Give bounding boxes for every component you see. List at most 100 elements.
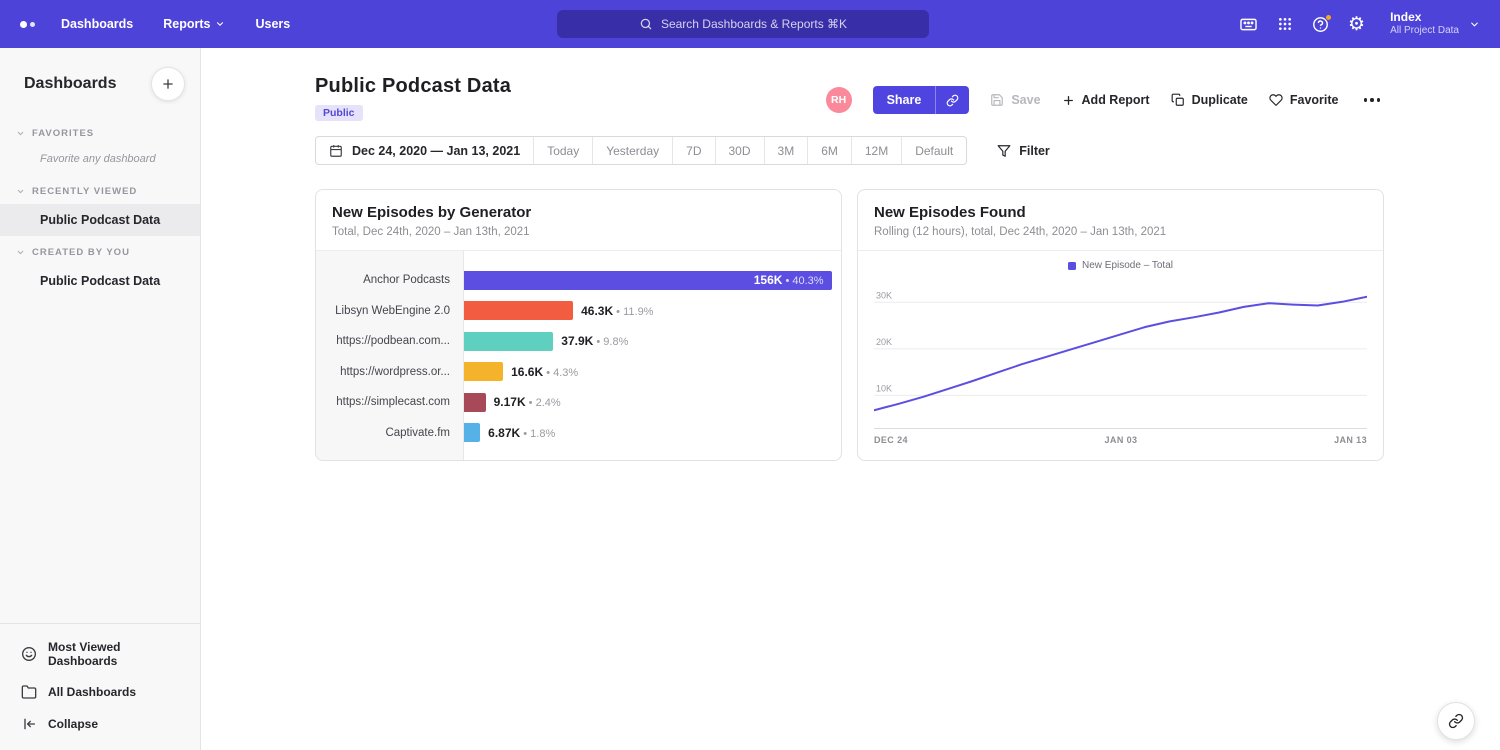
bar-segment[interactable]	[464, 362, 503, 381]
nav-dashboards-label: Dashboards	[61, 17, 133, 31]
settings-gear-icon[interactable]: ⚙	[1348, 15, 1365, 34]
add-dashboard-button[interactable]	[151, 67, 185, 101]
chevron-down-icon	[16, 129, 25, 138]
bar-row: 46.3K • 11.9%	[464, 296, 841, 327]
x-tick: DEC 24	[874, 435, 908, 445]
favorites-empty-text: Favorite any dashboard	[0, 146, 200, 175]
date-preset-3m[interactable]: 3M	[764, 137, 808, 164]
top-navigation-bar: Dashboards Reports Users Search Dashboar…	[0, 0, 1500, 48]
save-button[interactable]: Save	[990, 93, 1040, 107]
bar-segment[interactable]	[464, 301, 573, 320]
bar-chart-title: New Episodes by Generator	[332, 204, 825, 221]
share-button-group: Share	[873, 86, 970, 114]
calendar-icon	[329, 144, 343, 158]
sidebar-item-public-podcast-data[interactable]: Public Podcast Data	[0, 204, 200, 236]
recently-viewed-section-header[interactable]: RECENTLY VIEWED	[0, 175, 200, 204]
copy-icon	[1171, 93, 1185, 107]
nav-dashboards[interactable]: Dashboards	[61, 17, 133, 31]
bar-category-label: Anchor Podcasts	[316, 265, 463, 296]
line-series[interactable]	[874, 297, 1367, 411]
more-options-button[interactable]	[1360, 94, 1385, 106]
search-icon	[639, 17, 653, 31]
bar-row: 16.6K • 4.3%	[464, 357, 841, 388]
chevron-down-icon	[215, 19, 225, 29]
collapse-sidebar-button[interactable]: Collapse	[0, 708, 200, 740]
date-preset-yesterday[interactable]: Yesterday	[592, 137, 672, 164]
line-chart-svg: 10K20K30K	[874, 279, 1367, 429]
project-name: Index	[1390, 10, 1459, 25]
nav-users[interactable]: Users	[255, 17, 290, 31]
bar-value-label: 46.3K • 11.9%	[581, 304, 653, 318]
line-chart: New Episode – Total 10K20K30K DEC 24 JAN…	[858, 251, 1383, 445]
folder-icon	[21, 684, 37, 700]
favorites-section-header[interactable]: FAVORITES	[0, 117, 200, 146]
bar-value-label: 37.9K • 9.8%	[561, 334, 628, 348]
date-range-label: Dec 24, 2020 — Jan 13, 2021	[352, 144, 520, 158]
bar-bars-col: 156K • 40.3% 46.3K • 11.9% 37.9K • 9.8% 16.…	[464, 251, 841, 461]
help-icon[interactable]	[1312, 16, 1329, 33]
nav-reports[interactable]: Reports	[163, 17, 225, 31]
bar-row: 156K • 40.3%	[464, 265, 841, 296]
line-chart-title: New Episodes Found	[874, 204, 1367, 221]
notification-dot	[1325, 14, 1332, 21]
project-selector[interactable]: Index All Project Data	[1390, 10, 1480, 38]
bar-segment[interactable]	[464, 423, 480, 442]
bar-segment[interactable]	[464, 332, 553, 351]
date-preset-7d[interactable]: 7D	[672, 137, 714, 164]
plus-icon	[1062, 94, 1075, 107]
filter-button[interactable]: Filter	[997, 144, 1050, 158]
date-preset-default[interactable]: Default	[901, 137, 966, 164]
bar-labels-col: Anchor PodcastsLibsyn WebEngine 2.0https…	[316, 251, 464, 461]
favorite-label: Favorite	[1290, 93, 1339, 107]
chart-legend: New Episode – Total	[874, 260, 1367, 271]
bar-category-label: https://simplecast.com	[316, 387, 463, 418]
nav-users-label: Users	[255, 17, 290, 31]
bar-segment[interactable]	[464, 393, 486, 412]
chevron-down-icon	[16, 187, 25, 196]
date-preset-6m[interactable]: 6M	[807, 137, 851, 164]
keypad-icon[interactable]	[1239, 15, 1258, 34]
collapse-label: Collapse	[48, 717, 98, 731]
sidebar-item-public-podcast-data-created[interactable]: Public Podcast Data	[0, 265, 200, 297]
global-search-input[interactable]: Search Dashboards & Reports ⌘K	[557, 10, 929, 38]
logo-dot	[30, 22, 35, 27]
collapse-icon	[21, 716, 37, 732]
app-logo[interactable]	[20, 21, 35, 28]
public-badge: Public	[315, 105, 363, 121]
page-title: Public Podcast Data	[315, 75, 511, 98]
sidebar-footer: Most Viewed Dashboards All Dashboards Co…	[0, 623, 200, 750]
smiley-icon	[21, 646, 37, 662]
created-by-you-label: CREATED BY YOU	[32, 247, 130, 258]
share-link-floating-button[interactable]	[1437, 702, 1475, 740]
date-presets: Dec 24, 2020 — Jan 13, 2021 TodayYesterd…	[315, 136, 967, 165]
date-preset-30d[interactable]: 30D	[715, 137, 764, 164]
bar-value-label: 6.87K • 1.8%	[488, 426, 555, 440]
date-preset-today[interactable]: Today	[533, 137, 592, 164]
line-chart-subtitle: Rolling (12 hours), total, Dec 24th, 202…	[874, 226, 1367, 238]
bar-segment[interactable]: 156K • 40.3%	[464, 271, 832, 290]
date-preset-12m[interactable]: 12M	[851, 137, 901, 164]
duplicate-button[interactable]: Duplicate	[1171, 93, 1248, 107]
x-tick: JAN 03	[1105, 435, 1138, 445]
y-axis-label: 20K	[876, 337, 892, 347]
apps-grid-icon[interactable]	[1277, 16, 1293, 32]
link-icon	[946, 94, 959, 107]
add-report-button[interactable]: Add Report	[1062, 93, 1150, 107]
share-button[interactable]: Share	[873, 86, 936, 114]
bar-category-label: Captivate.fm	[316, 418, 463, 449]
favorites-label: FAVORITES	[32, 128, 94, 139]
heart-icon	[1269, 93, 1283, 107]
most-viewed-dashboards-button[interactable]: Most Viewed Dashboards	[0, 632, 200, 676]
x-axis-labels: DEC 24 JAN 03 JAN 13	[874, 435, 1367, 445]
most-viewed-label: Most Viewed Dashboards	[48, 640, 184, 668]
main-content: Public Podcast Data Public RH Share Save	[201, 48, 1500, 750]
created-by-you-section-header[interactable]: CREATED BY YOU	[0, 236, 200, 265]
share-link-button[interactable]	[935, 86, 969, 114]
date-range-picker[interactable]: Dec 24, 2020 — Jan 13, 2021	[316, 137, 533, 164]
all-dashboards-button[interactable]: All Dashboards	[0, 676, 200, 708]
link-icon	[1448, 713, 1464, 729]
y-axis-label: 10K	[876, 383, 892, 393]
bar-row: 6.87K • 1.8%	[464, 418, 841, 449]
avatar[interactable]: RH	[826, 87, 852, 113]
favorite-button[interactable]: Favorite	[1269, 93, 1339, 107]
